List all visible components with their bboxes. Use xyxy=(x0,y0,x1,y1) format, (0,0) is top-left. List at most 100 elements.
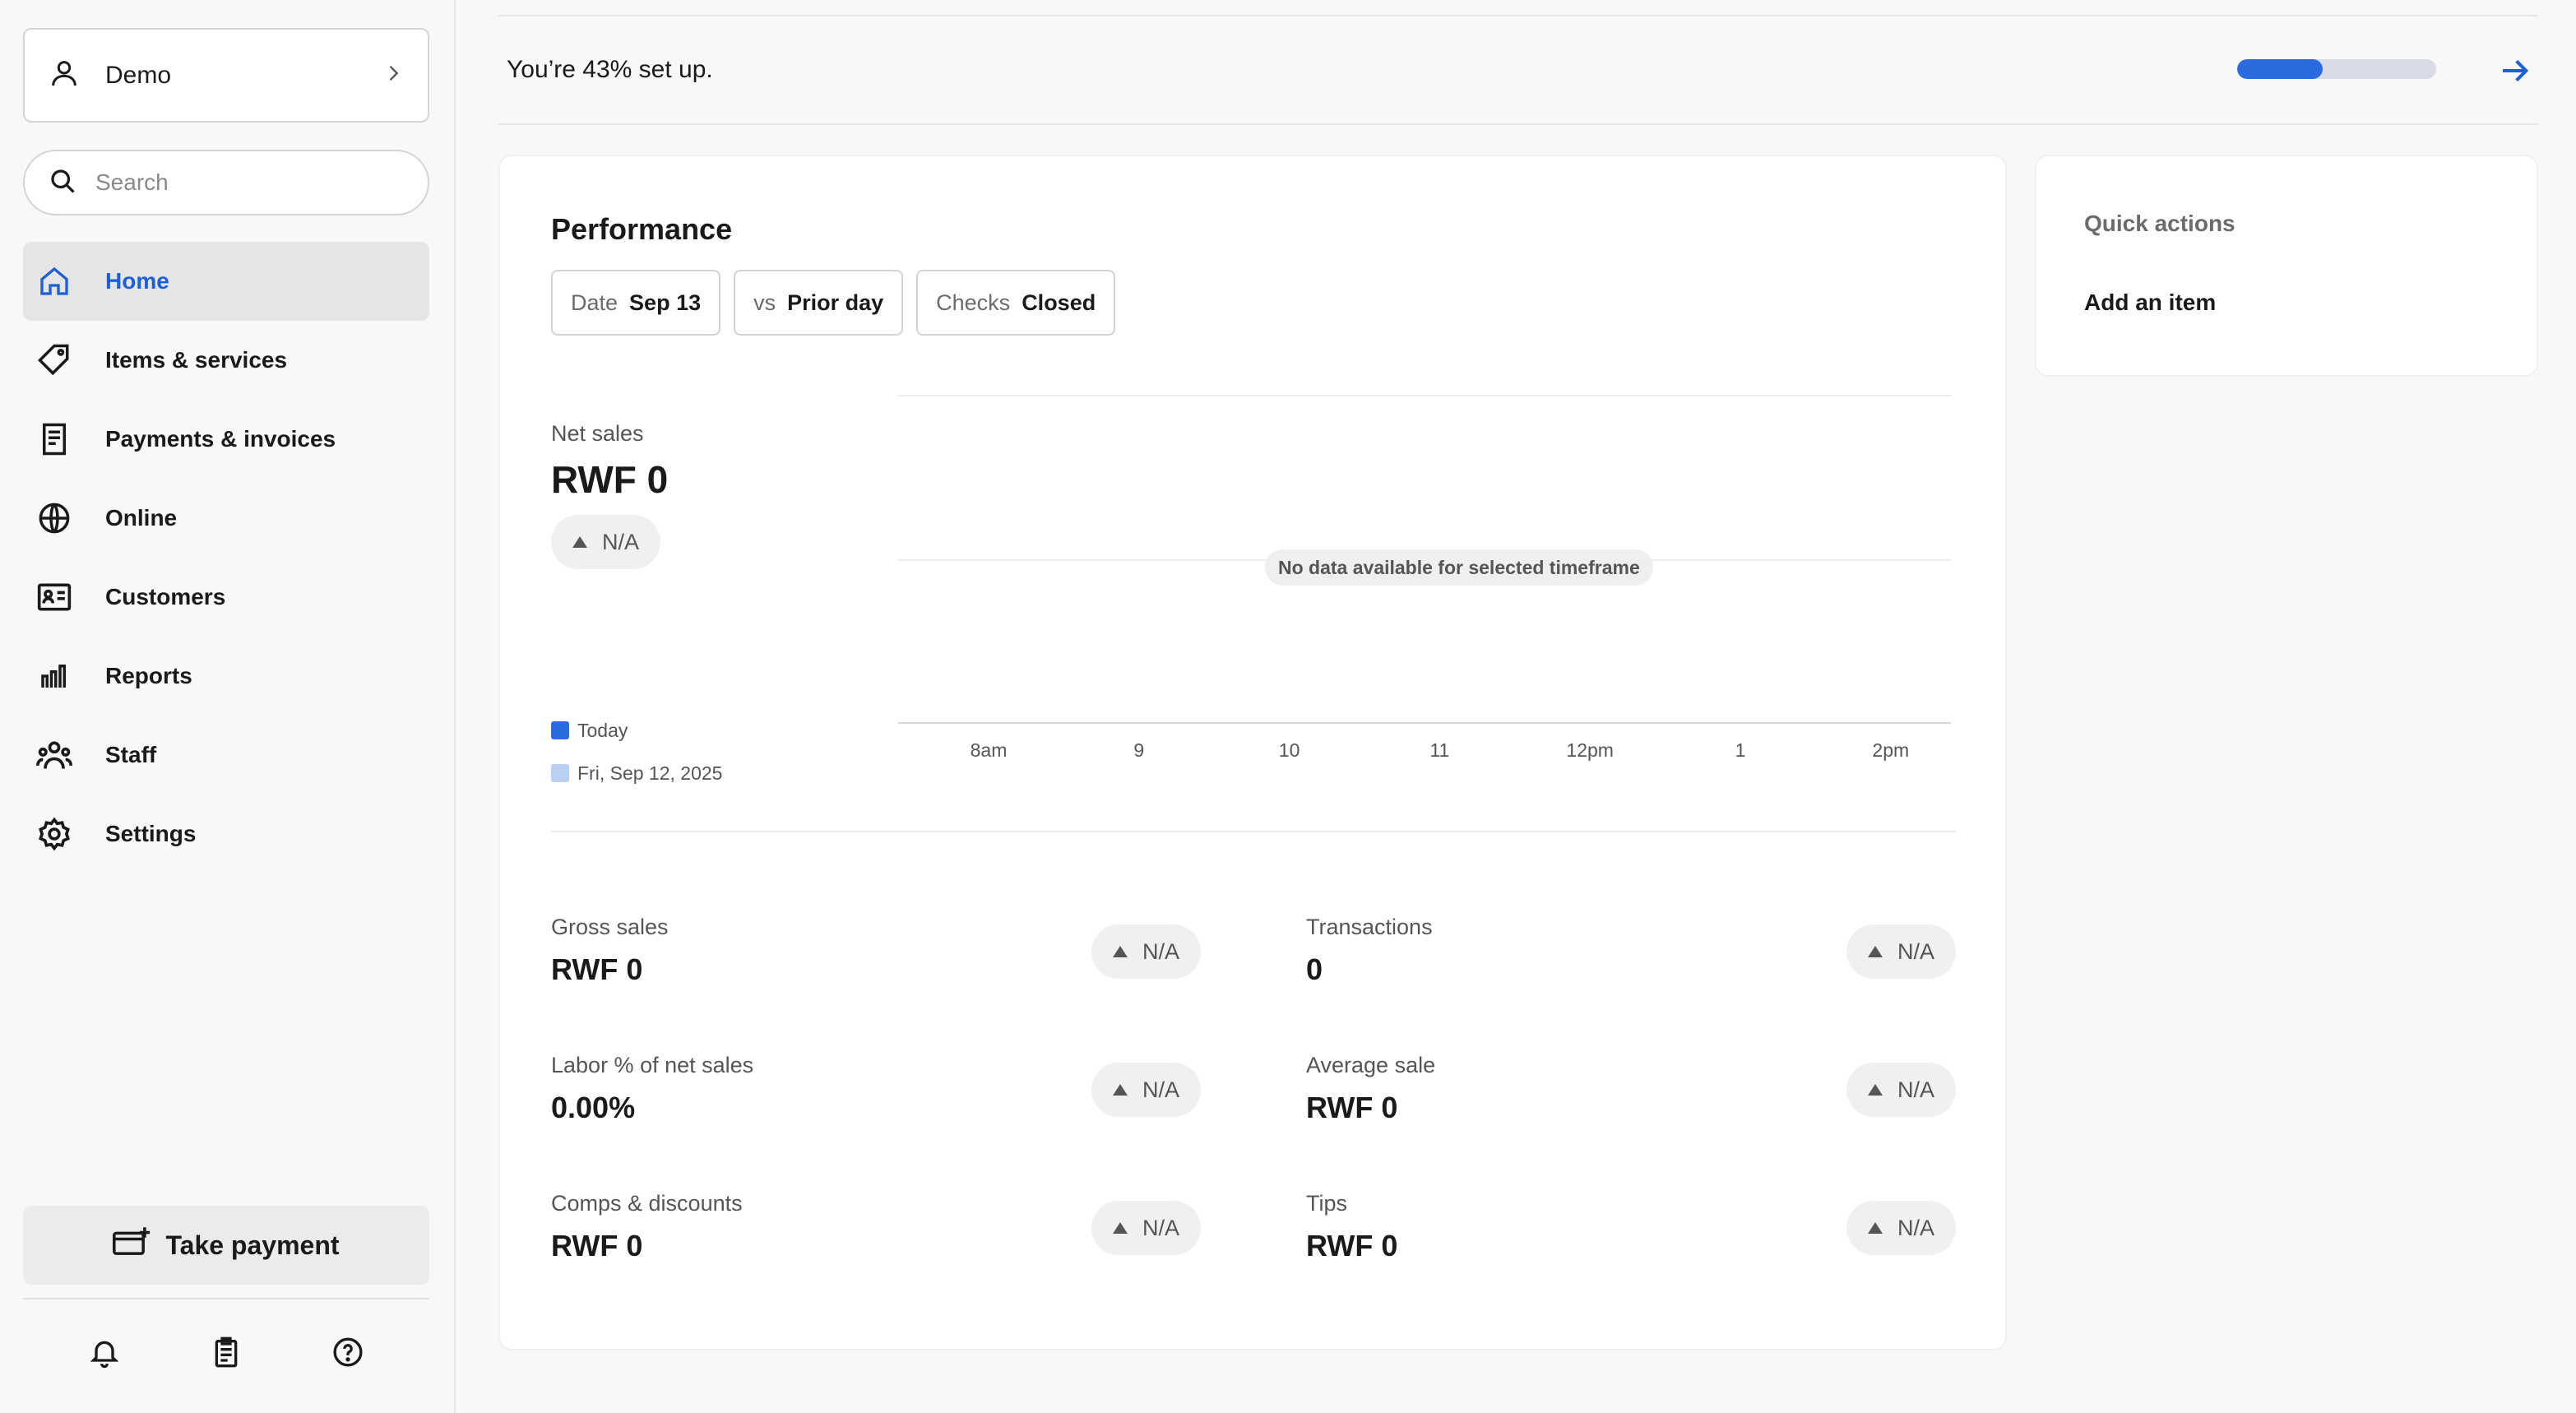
sidebar-item-label: Reports xyxy=(105,663,192,688)
triangle-up-icon xyxy=(1112,1084,1128,1096)
search-box[interactable] xyxy=(23,150,429,215)
sidebar-item-payments-invoices[interactable]: Payments & invoices xyxy=(23,400,429,479)
metric-label: Transactions xyxy=(1306,915,1433,939)
quick-actions-card: Quick actions Add an item xyxy=(2035,155,2538,377)
net-sales-value: RWF 0 xyxy=(551,458,669,501)
metric-value: RWF 0 xyxy=(551,1229,643,1262)
legend-item-today: Today xyxy=(551,709,722,752)
sidebar-item-online[interactable]: Online xyxy=(23,479,429,558)
bell-icon[interactable] xyxy=(81,1329,127,1375)
setup-progress-bar xyxy=(2237,59,2436,79)
x-tick-label: 8am xyxy=(971,739,1008,761)
sidebar-item-items-services[interactable]: Items & services xyxy=(23,321,429,400)
legend-swatch xyxy=(551,764,569,782)
sidebar-divider xyxy=(23,1298,429,1299)
sidebar-item-home[interactable]: Home xyxy=(23,242,429,321)
metric-label: Comps & discounts xyxy=(551,1191,743,1216)
globe-icon xyxy=(36,500,72,536)
metric-value: RWF 0 xyxy=(1306,1091,1398,1124)
filter-value: Sep 13 xyxy=(629,290,702,315)
metric-transactions: Transactions 0 N/A xyxy=(1306,915,1956,1013)
gear-icon xyxy=(36,816,72,852)
setup-progress-fill xyxy=(2237,59,2323,79)
sidebar-item-label: Settings xyxy=(105,821,197,846)
no-data-message: No data available for selected timeframe xyxy=(1265,549,1653,586)
x-tick-label: 1 xyxy=(1735,739,1746,761)
metric-labor-percent: Labor % of net sales 0.00% N/A xyxy=(551,1053,1201,1151)
metric-change-badge: N/A xyxy=(1091,1063,1201,1117)
sidebar-item-label: Staff xyxy=(105,742,157,767)
net-sales-label: Net sales xyxy=(551,421,644,446)
take-payment-button[interactable]: Take payment xyxy=(23,1206,429,1285)
search-icon xyxy=(48,166,77,200)
performance-title: Performance xyxy=(551,212,733,246)
filter-key: vs xyxy=(753,290,776,315)
bar-chart-icon xyxy=(36,658,72,694)
metric-gross-sales: Gross sales RWF 0 N/A xyxy=(551,915,1201,1013)
filter-value: Prior day xyxy=(787,290,884,315)
clipboard-icon[interactable] xyxy=(203,1329,249,1375)
x-tick-label: 9 xyxy=(1133,739,1144,761)
change-text: N/A xyxy=(602,529,640,554)
metric-value: RWF 0 xyxy=(551,952,643,986)
setup-progress-text: You’re 43% set up. xyxy=(507,56,713,83)
metric-label: Gross sales xyxy=(551,915,669,939)
metric-change-badge: N/A xyxy=(1846,1201,1956,1255)
comparison-filter[interactable]: vs Prior day xyxy=(734,270,904,336)
checks-filter[interactable]: Checks Closed xyxy=(916,270,1116,336)
people-icon xyxy=(36,737,72,773)
receipt-icon xyxy=(36,421,72,457)
sidebar: Demo Home Items & services Payments xyxy=(0,0,456,1413)
net-sales-change-badge: N/A xyxy=(551,515,661,569)
account-switcher[interactable]: Demo xyxy=(23,28,429,123)
metric-change-badge: N/A xyxy=(1846,1063,1956,1117)
metric-value: 0 xyxy=(1306,952,1323,986)
section-divider xyxy=(551,831,1956,832)
sidebar-nav: Home Items & services Payments & invoice… xyxy=(23,242,429,873)
date-filter[interactable]: Date Sep 13 xyxy=(551,270,721,336)
tag-icon xyxy=(36,342,72,378)
sidebar-item-label: Home xyxy=(105,268,169,294)
change-text: N/A xyxy=(1142,1077,1179,1102)
triangle-up-icon xyxy=(1867,1222,1883,1234)
add-item-action[interactable]: Add an item xyxy=(2084,290,2216,316)
triangle-up-icon xyxy=(1867,946,1883,957)
metric-average-sale: Average sale RWF 0 N/A xyxy=(1306,1053,1956,1151)
sidebar-footer xyxy=(0,1329,456,1375)
take-payment-label: Take payment xyxy=(165,1230,340,1260)
help-icon[interactable] xyxy=(325,1329,371,1375)
chevron-right-icon xyxy=(382,62,405,89)
chart-legend: Today Fri, Sep 12, 2025 xyxy=(551,709,722,795)
id-card-icon xyxy=(36,579,72,615)
x-tick-label: 12pm xyxy=(1566,739,1614,761)
filter-key: Checks xyxy=(936,290,1011,315)
main-content: You’re 43% set up. Performance Date Sep … xyxy=(457,0,2576,1413)
triangle-up-icon xyxy=(572,536,587,548)
filter-value: Closed xyxy=(1022,290,1096,315)
change-text: N/A xyxy=(1142,1215,1179,1240)
metric-change-badge: N/A xyxy=(1091,924,1201,979)
x-tick-label: 2pm xyxy=(1872,739,1909,761)
metric-comps-discounts: Comps & discounts RWF 0 N/A xyxy=(551,1191,1201,1290)
legend-item-prior: Fri, Sep 12, 2025 xyxy=(551,752,722,795)
search-input[interactable] xyxy=(95,169,405,196)
legend-swatch xyxy=(551,721,569,739)
person-icon xyxy=(48,57,81,94)
metric-label: Labor % of net sales xyxy=(551,1053,754,1077)
filter-key: Date xyxy=(571,290,619,315)
setup-banner[interactable]: You’re 43% set up. xyxy=(498,16,2538,125)
performance-filters: Date Sep 13 vs Prior day Checks Closed xyxy=(551,270,1116,336)
metric-label: Average sale xyxy=(1306,1053,1436,1077)
sidebar-item-reports[interactable]: Reports xyxy=(23,637,429,716)
arrow-right-icon[interactable] xyxy=(2499,54,2532,87)
metric-change-badge: N/A xyxy=(1846,924,1956,979)
x-tick-label: 11 xyxy=(1429,739,1449,761)
sidebar-item-settings[interactable]: Settings xyxy=(23,795,429,873)
change-text: N/A xyxy=(1897,1077,1934,1102)
metric-label: Tips xyxy=(1306,1191,1348,1216)
metric-change-badge: N/A xyxy=(1091,1201,1201,1255)
sidebar-item-staff[interactable]: Staff xyxy=(23,716,429,795)
triangle-up-icon xyxy=(1112,1222,1128,1234)
sidebar-item-customers[interactable]: Customers xyxy=(23,558,429,637)
legend-label: Fri, Sep 12, 2025 xyxy=(577,762,723,784)
